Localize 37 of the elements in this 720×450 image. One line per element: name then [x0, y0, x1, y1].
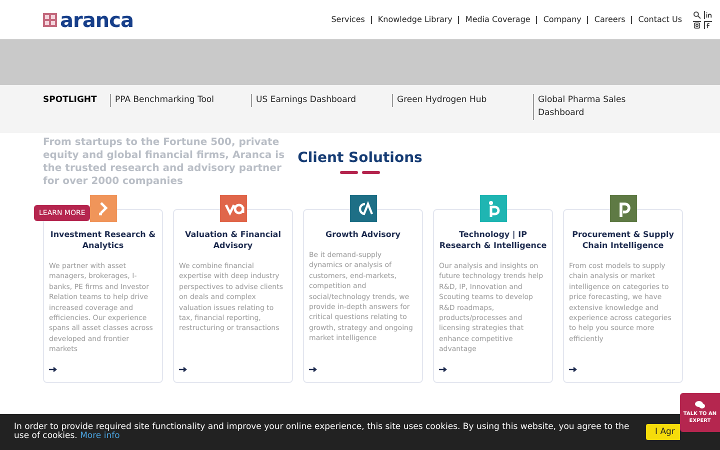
nav-link[interactable]: Company — [543, 14, 582, 26]
nav-link[interactable]: Media Coverage — [465, 14, 530, 26]
more-info-link[interactable]: More info — [80, 431, 120, 441]
spotlight-link[interactable]: Global Pharma Sales Dashboard — [533, 94, 674, 120]
nav-link[interactable]: Knowledge Library — [378, 14, 452, 26]
card-title: Investment Research & Analytics — [49, 229, 157, 251]
arrow-icon[interactable] — [179, 367, 187, 372]
nav-link[interactable]: Services — [331, 14, 365, 26]
arrow-icon[interactable] — [439, 367, 447, 372]
service-card[interactable] — [303, 209, 423, 383]
arrow-icon[interactable] — [569, 367, 577, 372]
nav-link[interactable]: Careers — [594, 14, 626, 26]
agree-button[interactable]: I Agr — [646, 424, 680, 440]
spotlight-link[interactable]: US Earnings Dashboard — [251, 94, 392, 107]
cookie-message: In order to provide required site functionality and improve your online experience, this site uses cookies. By using this website, you agree to the use of cookies. More info — [14, 423, 630, 441]
arrow-icon[interactable] — [309, 367, 317, 372]
logo[interactable]: aranca — [60, 10, 134, 30]
title-underline-icon — [340, 171, 380, 174]
nav-link[interactable]: Contact Us — [638, 14, 682, 26]
instagram-icon[interactable] — [693, 20, 701, 28]
card-title: Growth Advisory — [326, 229, 400, 240]
card-title: Technology | IP Research & Intelligence — [439, 229, 547, 251]
arrow-icon[interactable] — [49, 367, 57, 372]
spotlight-link[interactable]: PPA Benchmarking Tool — [110, 94, 251, 107]
logo-mark-icon — [43, 12, 57, 26]
search-icon[interactable] — [693, 10, 701, 18]
hero-description: From startups to the Fortune 500, private equity and global financial firms, Aranca is the trusted research and advisory partner for over 2000 companies — [43, 136, 286, 188]
linkedin-icon[interactable] — [704, 10, 712, 18]
card-title: Procurement & Supply Chain Intelligence — [571, 229, 675, 251]
card-title: Valuation & Financial Advisory — [184, 229, 282, 251]
spotlight-link[interactable]: Green Hydrogen Hub — [392, 94, 533, 107]
chat-icon — [695, 400, 705, 408]
service-card[interactable] — [433, 209, 553, 383]
service-card[interactable] — [563, 209, 683, 383]
section-title: Client Solutions — [298, 151, 422, 165]
spotlight-label: SPOTLIGHT — [43, 94, 98, 107]
facebook-icon[interactable] — [704, 20, 712, 28]
